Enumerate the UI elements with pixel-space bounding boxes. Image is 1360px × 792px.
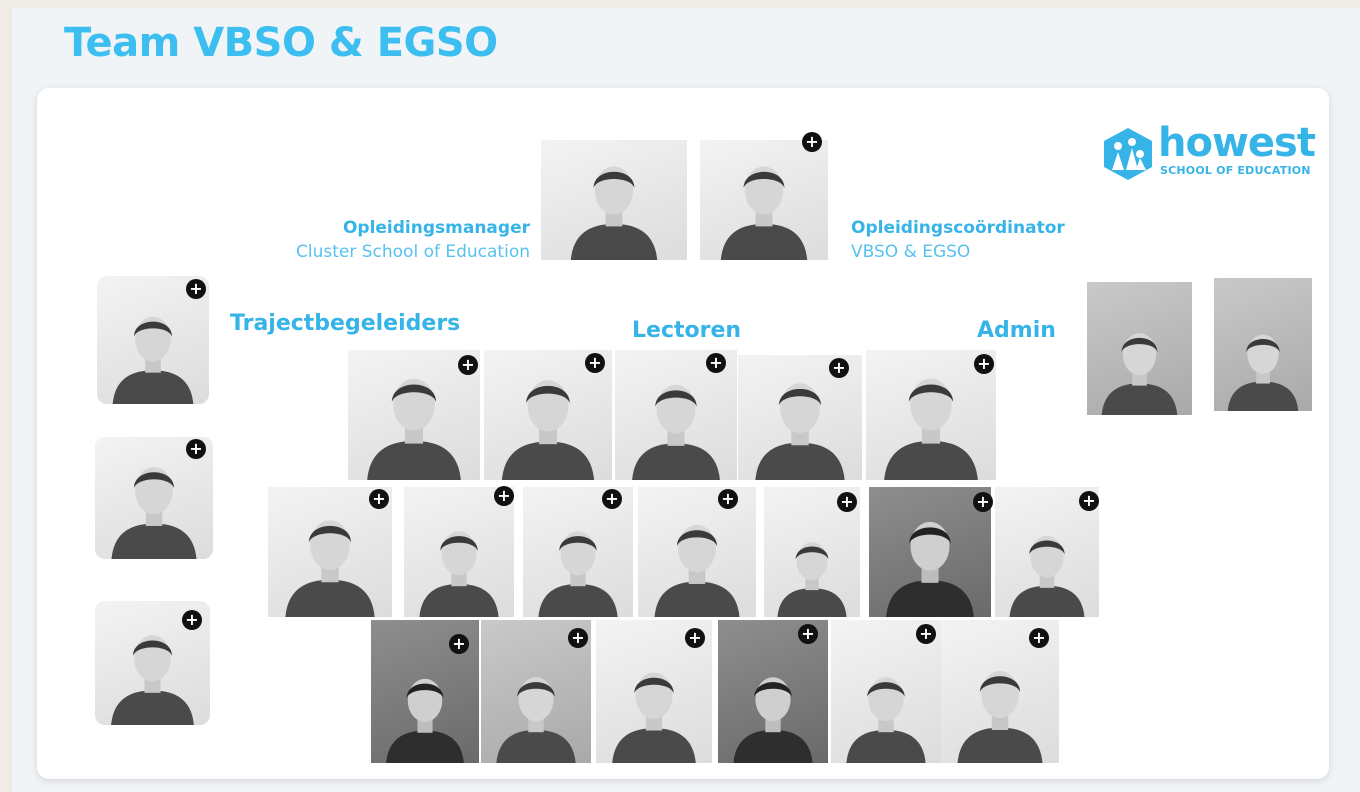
logo-brand: howest: [1158, 120, 1316, 166]
person-silhouette-icon: [419, 531, 499, 617]
expand-button[interactable]: +: [585, 353, 605, 373]
expand-button[interactable]: +: [1029, 628, 1049, 648]
expand-button[interactable]: +: [602, 489, 622, 509]
expand-button[interactable]: +: [182, 610, 202, 630]
role-coordinator-title: Opleidingscoördinator: [851, 218, 1065, 238]
person-silhouette-icon: [1101, 333, 1178, 415]
section-lectoren: Lectoren: [632, 318, 742, 343]
expand-button[interactable]: +: [1079, 491, 1099, 511]
role-coordinator-subtitle: VBSO & EGSO: [851, 242, 971, 262]
portrait-admin[interactable]: [1214, 278, 1312, 411]
expand-button[interactable]: +: [829, 358, 849, 378]
expand-button[interactable]: +: [706, 353, 726, 373]
expand-button[interactable]: +: [718, 489, 738, 509]
expand-button[interactable]: +: [685, 628, 705, 648]
portrait-admin[interactable]: [1087, 282, 1192, 415]
howest-logo: howest SCHOOL OF EDUCATION: [1100, 120, 1320, 184]
expand-button[interactable]: +: [802, 132, 822, 152]
role-coordinator: Opleidingscoördinator VBSO & EGSO: [851, 216, 1091, 264]
expand-button[interactable]: +: [973, 492, 993, 512]
section-admin: Admin: [977, 318, 1056, 343]
expand-button[interactable]: +: [186, 279, 206, 299]
howest-logo-icon: [1104, 128, 1152, 180]
person-silhouette-icon: [720, 166, 808, 260]
page-title: Team VBSO & EGSO: [64, 20, 498, 66]
expand-button[interactable]: +: [837, 492, 857, 512]
expand-button[interactable]: +: [369, 489, 389, 509]
expand-button[interactable]: +: [568, 628, 588, 648]
portrait-lector[interactable]: [869, 487, 991, 617]
logo-subtitle: SCHOOL OF EDUCATION: [1160, 164, 1311, 177]
role-manager: Opleidingsmanager Cluster School of Educ…: [290, 216, 530, 264]
expand-button[interactable]: +: [449, 634, 469, 654]
person-silhouette-icon: [654, 524, 740, 617]
expand-button[interactable]: +: [186, 439, 206, 459]
expand-button[interactable]: +: [916, 624, 936, 644]
portrait-lector[interactable]: [404, 487, 514, 617]
section-trajectbegeleiders: Trajectbegeleiders: [230, 311, 461, 336]
expand-button[interactable]: +: [798, 624, 818, 644]
portrait-opleidingscoordinator[interactable]: [700, 140, 828, 260]
expand-button[interactable]: +: [458, 355, 478, 375]
role-manager-title: Opleidingsmanager: [342, 218, 530, 238]
role-manager-subtitle: Cluster School of Education: [295, 242, 530, 262]
expand-button[interactable]: +: [974, 354, 994, 374]
person-silhouette-icon: [570, 166, 658, 260]
portrait-opleidingsmanager[interactable]: [541, 140, 687, 260]
portrait-lector[interactable]: [638, 487, 756, 617]
expand-button[interactable]: +: [494, 486, 514, 506]
person-silhouette-icon: [1227, 334, 1299, 411]
person-silhouette-icon: [886, 521, 974, 617]
